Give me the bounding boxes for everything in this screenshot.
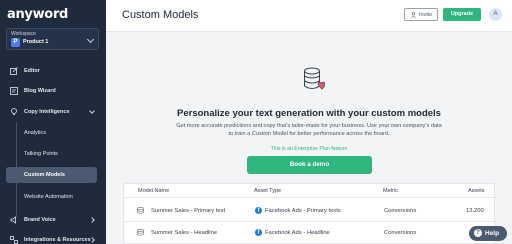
- sidebar-item-brand-voice[interactable]: Brand Voice: [0, 212, 106, 228]
- sidebar: anyword Workspace P Product 1 Editor Blo…: [0, 0, 106, 244]
- chevron-down-icon: [86, 35, 95, 44]
- anyword-logo[interactable]: anyword: [7, 7, 68, 22]
- sidebar-item-label: Editor: [24, 68, 40, 74]
- database-icon: [137, 229, 144, 236]
- book-demo-button[interactable]: Book a demo: [247, 156, 372, 174]
- invite-label: Invite: [419, 12, 433, 18]
- upgrade-button[interactable]: Upgrade: [443, 8, 481, 21]
- column-header: Metric: [383, 188, 398, 194]
- blog-icon: [10, 87, 18, 95]
- sidebar-item-copy-intelligence[interactable]: Copy Intelligence: [0, 104, 106, 120]
- sidebar-subitem-website-automation[interactable]: Website Automation: [0, 189, 106, 205]
- user-avatar[interactable]: A: [489, 8, 502, 21]
- table-row[interactable]: Summer Sales - Headline f Facebook Ads -…: [124, 222, 496, 244]
- asset-type: Facebook Ads - Primary texts: [265, 208, 341, 214]
- hero-title: Personalize your text generation with yo…: [177, 108, 441, 119]
- sidebar-item-label: Brand Voice: [24, 217, 56, 223]
- table-row[interactable]: Summer Sales - Primary text f Facebook A…: [124, 200, 496, 222]
- workspace-label: Workspace: [11, 31, 36, 37]
- integrations-icon: [10, 236, 18, 244]
- sidebar-item-label: Copy Intelligence: [24, 109, 70, 115]
- asset-type: Facebook Ads - Headline: [265, 230, 330, 236]
- enterprise-note: This is an Enterprise Plan feature: [270, 146, 348, 152]
- facebook-icon: f: [255, 207, 262, 214]
- invite-button[interactable]: Invite: [404, 8, 438, 21]
- metric: Conversions: [384, 208, 417, 214]
- main-content: Custom Models Invite Upgrade A Personali…: [106, 0, 512, 244]
- workspace-avatar: P: [11, 38, 20, 47]
- chevron-right-icon: [89, 217, 95, 223]
- metric: Conversions: [384, 230, 417, 236]
- column-header: Asset Type: [254, 188, 282, 194]
- facebook-icon: f: [255, 229, 262, 236]
- bulb-icon: [11, 108, 17, 115]
- sidebar-item-label: Blog Wizard: [24, 88, 56, 94]
- user-plus-icon: [411, 12, 416, 18]
- hero-description: Get more accurate predictions and copy t…: [176, 123, 442, 137]
- sidebar-item-blog-wizard[interactable]: Blog Wizard: [0, 83, 106, 99]
- sidebar-item-editor[interactable]: Editor: [0, 63, 106, 79]
- top-bar: Custom Models Invite Upgrade A: [106, 0, 512, 32]
- sidebar-item-label: Integrations & Resources: [24, 237, 91, 243]
- model-name: Summer Sales - Headline: [151, 230, 218, 236]
- question-icon: ?: [474, 229, 482, 237]
- sidebar-subitem-label: Custom Models: [24, 172, 65, 178]
- workspace-name: Product 1: [23, 39, 49, 45]
- sidebar-subitem-label: Website Automation: [24, 194, 73, 200]
- model-name: Summer Sales - Primary text: [151, 208, 226, 214]
- sidebar-item-integrations[interactable]: Integrations & Resources: [0, 232, 106, 244]
- voice-icon: [10, 216, 16, 224]
- column-header: Model Name: [138, 188, 170, 194]
- column-header: Assets: [468, 188, 485, 194]
- help-label: Help: [485, 230, 500, 237]
- database-icon: [137, 207, 144, 214]
- sidebar-subitem-label: Talking Points: [24, 151, 58, 157]
- assets-count: 13,200: [466, 208, 484, 214]
- edit-icon: [10, 67, 18, 75]
- custom-models-table: Model Name Asset Type Metric Assets Summ…: [123, 183, 496, 244]
- help-floating-button[interactable]: ? Help: [469, 226, 507, 241]
- chevron-down-icon: [89, 108, 95, 114]
- database-heart-icon: [304, 67, 325, 90]
- sidebar-subitem-custom-models[interactable]: Custom Models: [6, 167, 97, 183]
- page-title: Custom Models: [122, 9, 199, 21]
- sidebar-subitem-analytics[interactable]: Analytics: [0, 125, 106, 141]
- workspace-selector[interactable]: Workspace P Product 1: [6, 28, 99, 50]
- table-header-divider: [124, 197, 496, 198]
- sidebar-subitem-talking-points[interactable]: Talking Points: [0, 146, 106, 162]
- sidebar-subitem-label: Analytics: [24, 130, 47, 136]
